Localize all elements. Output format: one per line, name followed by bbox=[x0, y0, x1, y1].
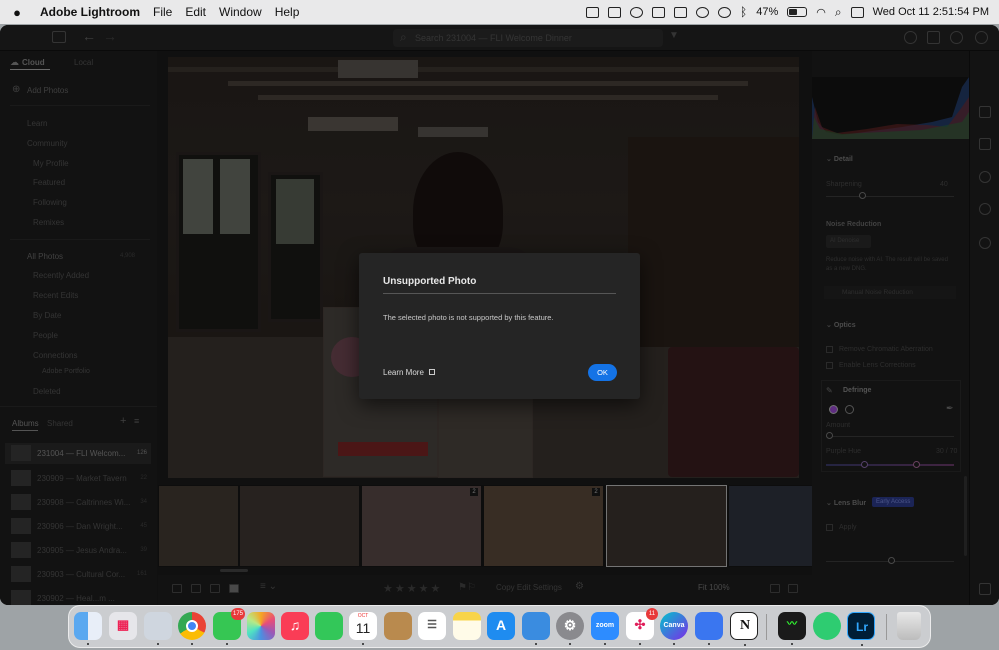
menu-window[interactable]: Window bbox=[219, 5, 262, 19]
zoom-label: zoom bbox=[595, 622, 615, 629]
dock-separator bbox=[886, 614, 887, 640]
dock-launchpad-icon[interactable]: ▦ bbox=[109, 612, 137, 640]
canva-label: Canva bbox=[663, 622, 685, 629]
apple-menu-icon[interactable]: ● bbox=[10, 5, 24, 20]
status-area: ᛒ 47% ◠ ⌕ Wed Oct 11 2:51:54 PM bbox=[586, 0, 989, 24]
dock-trash-icon[interactable] bbox=[897, 612, 921, 640]
mute-icon[interactable] bbox=[630, 6, 644, 18]
dock-separator bbox=[766, 614, 767, 640]
messages-badge: 175 bbox=[230, 608, 245, 620]
notion-label: N bbox=[739, 618, 751, 633]
dock-settings-icon[interactable]: ⚙ bbox=[556, 612, 584, 645]
play-icon[interactable] bbox=[718, 6, 732, 18]
lightroom-window: ← → Search 231004 — FLI Welcome Dinner ▼… bbox=[0, 25, 999, 605]
stage-manager-icon[interactable] bbox=[586, 6, 600, 18]
bluetooth-icon[interactable]: ᛒ bbox=[740, 5, 747, 19]
dock-messages-icon[interactable]: 175 bbox=[213, 608, 245, 645]
dock-music-icon[interactable]: ♫ bbox=[281, 612, 309, 640]
display-icon[interactable] bbox=[608, 6, 622, 18]
dock-zoom-icon[interactable]: zoom bbox=[591, 612, 619, 645]
dock-lightroom-icon[interactable]: Lr bbox=[847, 612, 875, 646]
dialog-message: The selected photo is not supported by t… bbox=[383, 313, 554, 322]
lr-label: Lr bbox=[856, 620, 868, 634]
dock-activity-monitor-icon[interactable]: 〰 bbox=[778, 612, 806, 645]
dock: ▦ 175 ♫ OCT 11 ☰ A ⚙ zoom ✣ 11 Canva N 〰 … bbox=[68, 605, 931, 648]
dock-slack-icon[interactable]: ✣ 11 bbox=[626, 608, 658, 645]
dock-canva-icon[interactable]: Canva bbox=[660, 612, 688, 645]
dock-contacts-icon[interactable] bbox=[384, 612, 412, 640]
external-link-icon bbox=[428, 369, 435, 375]
battery-percent: 47% bbox=[756, 6, 779, 18]
menu-bar: ● Adobe Lightroom File Edit Window Help … bbox=[0, 0, 999, 24]
dock-chrome-icon[interactable] bbox=[178, 612, 206, 645]
ok-button[interactable]: OK bbox=[588, 364, 617, 381]
dock-notes-icon[interactable] bbox=[453, 612, 481, 640]
learn-more-label: Learn More bbox=[383, 368, 424, 377]
dock-finder-icon[interactable] bbox=[74, 612, 102, 645]
spotlight-icon[interactable]: ⌕ bbox=[835, 5, 842, 20]
menu-file[interactable]: File bbox=[153, 5, 172, 19]
wifi-icon[interactable]: ◠ bbox=[816, 6, 826, 19]
clock[interactable]: Wed Oct 11 2:51:54 PM bbox=[873, 6, 989, 18]
airplay-icon[interactable] bbox=[696, 6, 710, 18]
dock-signal-icon[interactable] bbox=[695, 612, 723, 645]
control-center-icon[interactable] bbox=[850, 6, 864, 18]
screen-mirror-icon[interactable] bbox=[652, 6, 666, 18]
calendar-month: OCT bbox=[357, 613, 369, 619]
slack-badge: 11 bbox=[646, 608, 658, 620]
dock-vpn-icon[interactable] bbox=[813, 612, 841, 640]
dock-reminders-icon[interactable]: ☰ bbox=[418, 612, 446, 640]
dock-preview-icon[interactable] bbox=[144, 612, 172, 645]
dock-app-store-icon[interactable]: A bbox=[487, 612, 515, 640]
learn-more-link[interactable]: Learn More bbox=[383, 368, 435, 377]
dock-notion-icon[interactable]: N bbox=[730, 612, 758, 646]
dock-weather-icon[interactable] bbox=[522, 612, 550, 645]
dialog-divider bbox=[383, 293, 616, 294]
calendar-day: 11 bbox=[355, 620, 371, 636]
cast-icon[interactable] bbox=[674, 6, 688, 18]
dock-facetime-icon[interactable] bbox=[315, 612, 343, 640]
dock-calendar-icon[interactable]: OCT 11 bbox=[349, 612, 377, 645]
menu-app-name[interactable]: Adobe Lightroom bbox=[40, 5, 140, 19]
dock-photos-icon[interactable] bbox=[247, 612, 275, 640]
menu-help[interactable]: Help bbox=[275, 5, 300, 19]
unsupported-photo-dialog: Unsupported Photo The selected photo is … bbox=[359, 253, 640, 399]
menu-edit[interactable]: Edit bbox=[185, 5, 206, 19]
dialog-title: Unsupported Photo bbox=[383, 276, 477, 287]
battery-icon[interactable] bbox=[787, 7, 808, 17]
